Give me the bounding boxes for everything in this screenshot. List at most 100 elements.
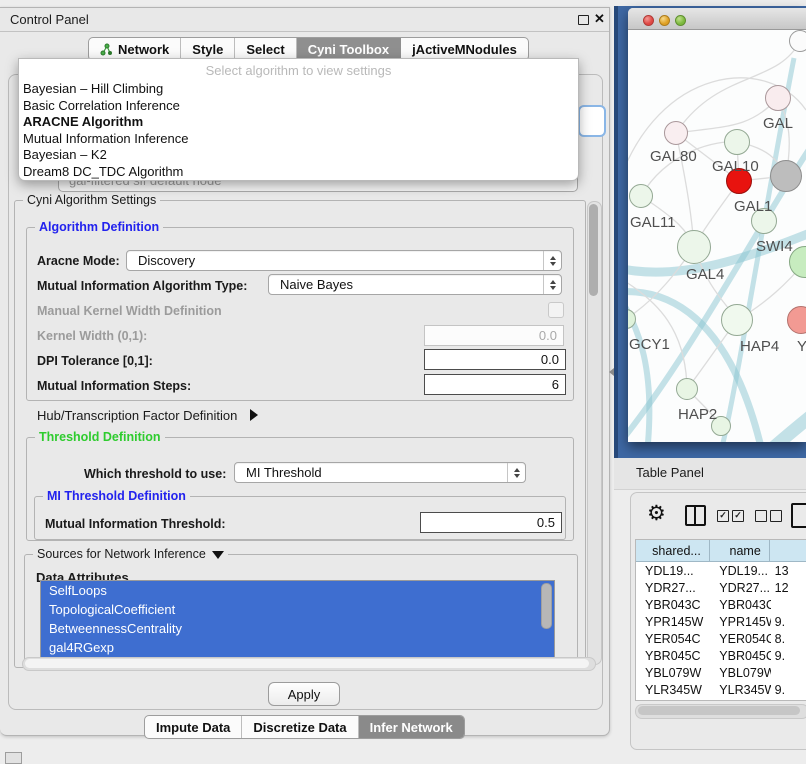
which-threshold-combo[interactable]: MI Threshold bbox=[234, 462, 526, 483]
tab-jactivemnodules[interactable]: jActiveMNodules bbox=[401, 38, 528, 60]
bottom-tabbar: Impute Data Discretize Data Infer Networ… bbox=[144, 715, 465, 739]
data-attribute-item[interactable]: gal4RGexp bbox=[41, 638, 554, 657]
float-window-icon[interactable] bbox=[578, 15, 589, 25]
which-threshold-label: Which threshold to use: bbox=[84, 467, 226, 481]
tab-label: Impute Data bbox=[156, 720, 230, 735]
network-icon bbox=[100, 43, 113, 56]
network-node[interactable] bbox=[677, 230, 711, 264]
close-traffic-light-icon[interactable] bbox=[643, 15, 654, 26]
table-row[interactable]: YBR045C YBR045C 9. bbox=[636, 647, 806, 664]
table-row[interactable]: YBL079W YBL079W bbox=[636, 664, 806, 681]
network-node-label: GAL11 bbox=[630, 214, 676, 231]
select-all-checkbox-icon[interactable]: ✓ bbox=[717, 510, 729, 522]
dpi-tolerance-field[interactable]: 0.0 bbox=[424, 349, 566, 370]
algorithm-option[interactable]: Bayesian – Hill Climbing bbox=[19, 81, 578, 98]
algorithm-option[interactable]: Basic Correlation Inference bbox=[19, 98, 578, 115]
collapsed-panel-icon[interactable] bbox=[5, 752, 22, 764]
table-row[interactable]: YDR27... YDR27... 12 bbox=[636, 579, 806, 596]
cell-shared-name: YER054C bbox=[636, 632, 710, 646]
cell-value: 9. bbox=[771, 683, 806, 697]
data-attribute-item[interactable]: BetweennessCentrality bbox=[41, 619, 554, 638]
algorithm-option[interactable]: Bayesian – K2 bbox=[19, 147, 578, 164]
network-node-label: HAP4 bbox=[740, 338, 779, 355]
mi-threshold-field[interactable]: 0.5 bbox=[420, 512, 562, 533]
network-canvas[interactable]: GALGAL80GAL10GAL1GAL11SWI4GAL4GCY1HAP4YH… bbox=[628, 30, 806, 442]
table-panel-header: Table Panel bbox=[614, 458, 806, 490]
export-table-icon[interactable] bbox=[791, 503, 806, 528]
network-node[interactable] bbox=[629, 184, 653, 208]
tab-cyni-toolbox[interactable]: Cyni Toolbox bbox=[297, 38, 401, 60]
table-rows: YDL19... YDL19... 13 YDR27... YDR27... 1… bbox=[636, 562, 806, 701]
tab-select[interactable]: Select bbox=[235, 38, 296, 60]
table-row[interactable]: YBR043C YBR043C bbox=[636, 596, 806, 613]
table-row[interactable]: YER054C YER054C 8. bbox=[636, 630, 806, 647]
hub-definition-toggle[interactable]: Hub/Transcription Factor Definition bbox=[37, 408, 258, 423]
settings-horizontal-thumb[interactable] bbox=[25, 659, 589, 668]
close-window-icon[interactable]: ✕ bbox=[594, 11, 605, 27]
algorithm-option[interactable]: ARACNE Algorithm bbox=[19, 114, 578, 131]
attribute-list-scrollbar[interactable] bbox=[541, 583, 552, 629]
collapse-arrow-icon[interactable] bbox=[212, 551, 224, 559]
table-horizontal-scrollbar[interactable] bbox=[635, 704, 806, 719]
network-node-label: Y bbox=[797, 338, 806, 355]
network-window-titlebar[interactable] bbox=[628, 8, 806, 30]
table-toolbar: ⚙ ✓ ✓ bbox=[631, 499, 806, 533]
screen: Control Panel ✕ Network Style Se bbox=[0, 0, 806, 762]
network-node[interactable] bbox=[724, 129, 750, 155]
manual-kernel-width-checkbox[interactable] bbox=[548, 302, 564, 318]
mi-threshold-title: MI Threshold Definition bbox=[43, 489, 190, 503]
algorithm-dropdown-popup: Select algorithm to view settings Bayesi… bbox=[18, 58, 579, 181]
data-attributes-list[interactable]: SelfLoopsTopologicalCoefficientBetweenne… bbox=[40, 580, 555, 659]
aracne-mode-combo[interactable]: Discovery bbox=[126, 250, 562, 271]
kernel-width-field[interactable]: 0.0 bbox=[424, 325, 564, 346]
table-row[interactable]: YDL19... YDL19... 13 bbox=[636, 562, 806, 579]
network-node[interactable] bbox=[676, 378, 698, 400]
algorithm-option[interactable]: Dream8 DC_TDC Algorithm bbox=[19, 164, 578, 181]
network-view-window: GALGAL80GAL10GAL1GAL11SWI4GAL4GCY1HAP4YH… bbox=[628, 8, 806, 442]
select-all-checkbox-icon[interactable]: ✓ bbox=[732, 510, 744, 522]
mi-steps-field[interactable]: 6 bbox=[424, 374, 566, 395]
tab-network[interactable]: Network bbox=[89, 38, 181, 60]
algorithm-option[interactable]: Mutual Information Inference bbox=[19, 131, 578, 148]
settings-horizontal-scrollbar[interactable] bbox=[22, 657, 596, 671]
tab-impute-data[interactable]: Impute Data bbox=[145, 716, 242, 738]
table-row[interactable]: YIL053C YIL053C 9. bbox=[636, 698, 806, 701]
tab-infer-network[interactable]: Infer Network bbox=[359, 716, 464, 738]
network-node-label: GAL bbox=[763, 115, 793, 132]
column-layout-icon[interactable] bbox=[685, 505, 706, 526]
network-node[interactable] bbox=[721, 304, 753, 336]
cell-name: YIL053C bbox=[710, 700, 770, 702]
inference-algorithm-combo-fragment[interactable] bbox=[578, 105, 606, 137]
settings-scrollbar[interactable] bbox=[587, 201, 602, 665]
apply-button[interactable]: Apply bbox=[268, 682, 340, 706]
tab-label: Discretize Data bbox=[253, 720, 346, 735]
deselect-all-checkbox-icon[interactable] bbox=[770, 510, 782, 522]
table-row[interactable]: YPR145W YPR145W 9. bbox=[636, 613, 806, 630]
threshold-definition-title: Threshold Definition bbox=[35, 430, 165, 444]
minimize-traffic-light-icon[interactable] bbox=[659, 15, 670, 26]
cell-value: 8. bbox=[771, 632, 806, 646]
mi-algorithm-type-combo[interactable]: Naive Bayes bbox=[268, 274, 562, 295]
settings-scrollbar-thumb[interactable] bbox=[589, 204, 598, 296]
cell-shared-name: YBR045C bbox=[636, 649, 710, 663]
network-node[interactable] bbox=[765, 85, 791, 111]
control-panel-titlebar[interactable]: Control Panel ✕ bbox=[0, 8, 609, 32]
data-attribute-item[interactable]: TopologicalCoefficient bbox=[41, 600, 554, 619]
column-header-name[interactable]: name bbox=[710, 540, 770, 561]
zoom-traffic-light-icon[interactable] bbox=[675, 15, 686, 26]
table-panel-title: Table Panel bbox=[636, 465, 704, 480]
data-attribute-item[interactable]: SelfLoops bbox=[41, 581, 554, 600]
table-row[interactable]: YLR345W YLR345W 9. bbox=[636, 681, 806, 698]
tab-discretize-data[interactable]: Discretize Data bbox=[242, 716, 358, 738]
network-node[interactable] bbox=[770, 160, 802, 192]
column-header-clipped[interactable] bbox=[770, 540, 806, 561]
expand-arrow-icon[interactable] bbox=[250, 409, 258, 421]
column-header-shared-name[interactable]: shared... bbox=[636, 540, 710, 561]
gear-icon[interactable]: ⚙ bbox=[647, 502, 666, 526]
deselect-all-checkbox-icon[interactable] bbox=[755, 510, 767, 522]
dpi-tolerance-label: DPI Tolerance [0,1]: bbox=[37, 354, 153, 368]
tab-style[interactable]: Style bbox=[181, 38, 235, 60]
network-node[interactable] bbox=[789, 30, 806, 52]
table-horizontal-thumb[interactable] bbox=[638, 706, 800, 715]
network-node[interactable] bbox=[664, 121, 688, 145]
